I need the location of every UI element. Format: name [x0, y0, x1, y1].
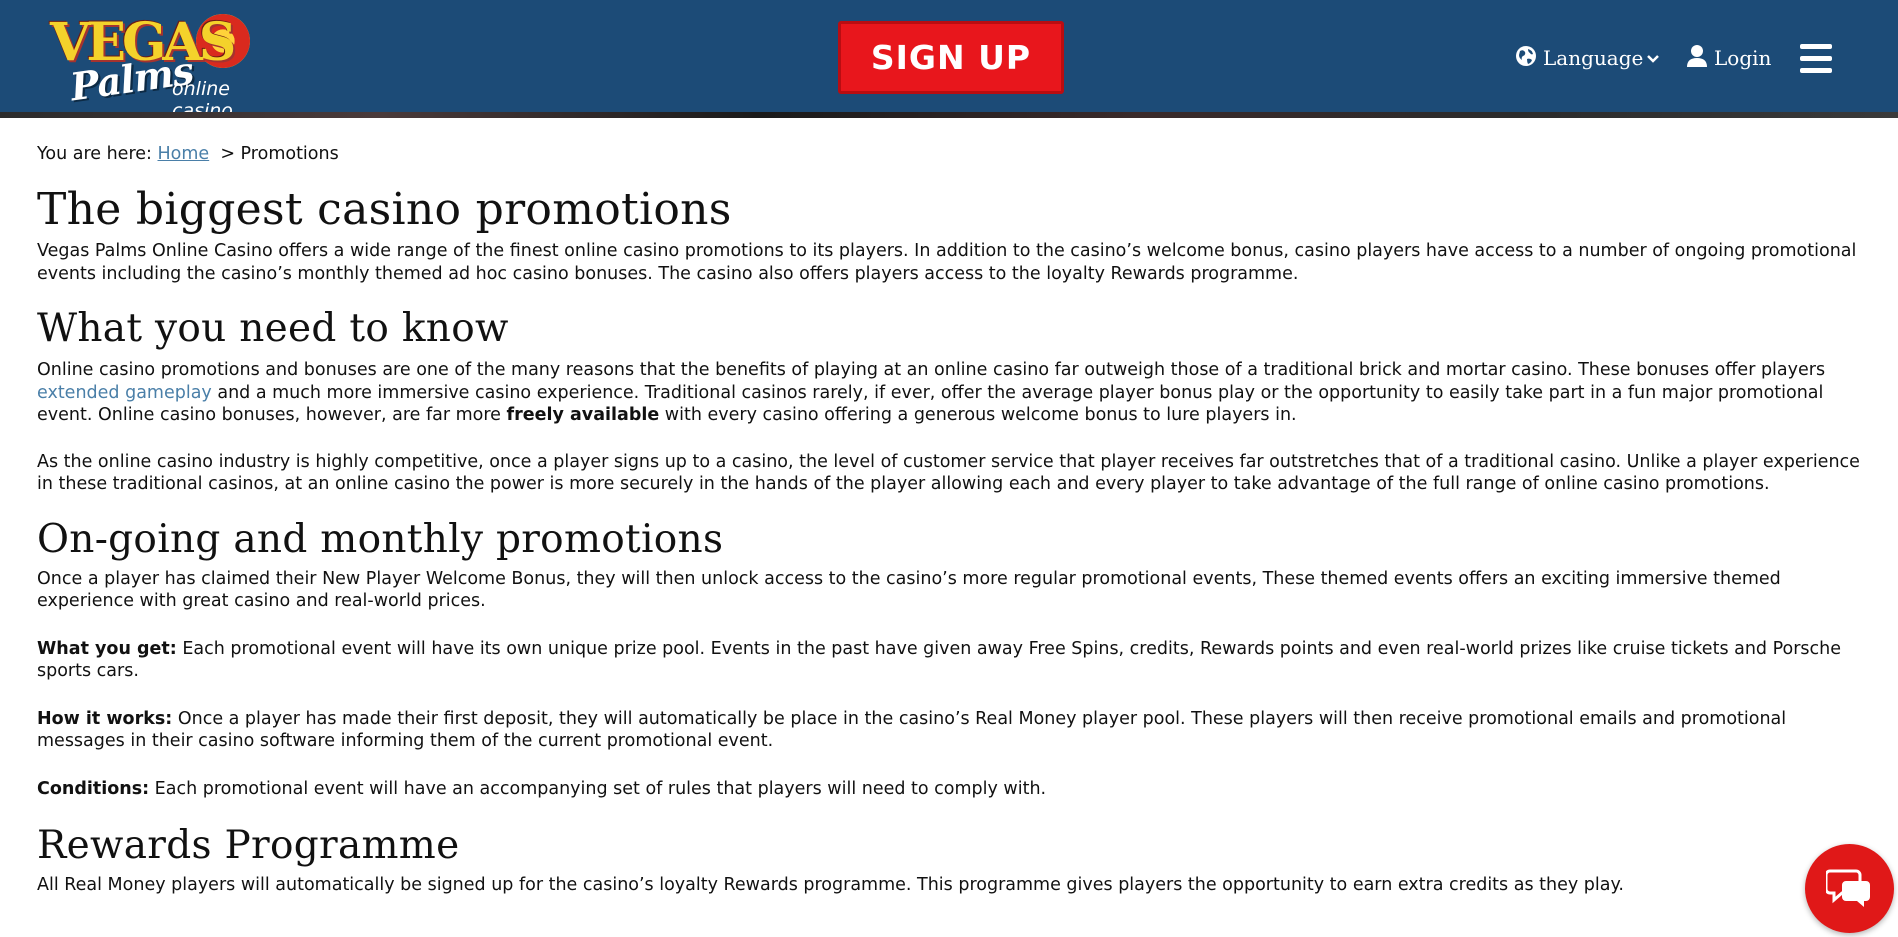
site-header: VEGAS Palms online casino SIGN UP Langua… [0, 0, 1898, 122]
know-paragraph-2: As the online casino industry is highly … [37, 451, 1860, 495]
section-heading-what-you-need-to-know: What you need to know [37, 306, 509, 351]
language-label: Language [1543, 46, 1644, 70]
sign-up-button[interactable]: SIGN UP [838, 21, 1064, 94]
know-paragraph-1: Online casino promotions and bonuses are… [37, 360, 1826, 425]
header-banner-strip [0, 112, 1898, 118]
how-it-works-paragraph: How it works: Once a player has made the… [37, 708, 1787, 752]
main-content: You are here: Home > Promotions The bigg… [37, 144, 1865, 897]
breadcrumb: You are here: Home > Promotions [37, 144, 1865, 170]
extended-gameplay-link[interactable]: extended gameplay [37, 383, 212, 403]
language-selector[interactable]: Language [1515, 40, 1660, 76]
chevron-down-icon [1647, 49, 1660, 68]
ongoing-paragraph: Once a player has claimed their New Play… [37, 568, 1781, 612]
user-icon [1686, 44, 1708, 72]
breadcrumb-home-link[interactable]: Home [158, 144, 210, 164]
intro-paragraph: Vegas Palms Online Casino offers a wide … [37, 241, 1857, 284]
what-you-get-paragraph: What you get: Each promotional event wil… [37, 638, 1842, 682]
section-heading-ongoing-promotions: On-going and monthly promotions [37, 516, 724, 562]
conditions-paragraph: Conditions: Each promotional event will … [37, 778, 1047, 799]
live-chat-button[interactable] [1805, 844, 1894, 933]
globe-icon [1515, 45, 1537, 71]
page-title: The biggest casino promotions [37, 184, 732, 235]
breadcrumb-current: > Promotions [220, 144, 339, 164]
chat-icon [1824, 867, 1874, 911]
rewards-paragraph: All Real Money players will automaticall… [37, 875, 1624, 895]
breadcrumb-prefix: You are here: [37, 144, 152, 164]
section-heading-rewards-programme: Rewards Programme [37, 823, 460, 868]
login-label: Login [1714, 46, 1772, 70]
login-link[interactable]: Login [1686, 40, 1771, 76]
freely-available-text: freely available [506, 405, 660, 425]
hamburger-menu-icon[interactable] [1800, 44, 1832, 74]
vegas-palms-logo[interactable]: VEGAS Palms online casino [48, 12, 288, 122]
